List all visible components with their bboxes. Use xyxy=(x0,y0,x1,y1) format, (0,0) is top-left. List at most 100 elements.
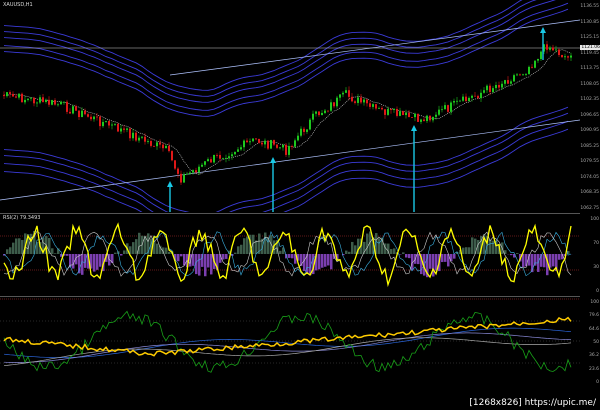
histogram-bar xyxy=(93,254,96,272)
histogram-bar xyxy=(72,254,75,269)
histogram-bar xyxy=(351,241,354,254)
candle-body xyxy=(183,174,185,183)
histogram-bar xyxy=(288,254,291,258)
candle-body xyxy=(252,138,254,142)
candle-body xyxy=(27,98,29,100)
candle-body xyxy=(45,99,47,102)
histogram-bar xyxy=(165,247,168,254)
candle-body xyxy=(513,75,515,82)
candle-body xyxy=(147,141,149,142)
candle-body xyxy=(432,116,434,121)
histogram-bar xyxy=(558,254,561,260)
candle-body xyxy=(36,102,38,104)
candle-body xyxy=(78,110,80,118)
histogram-bar xyxy=(120,254,123,256)
candle-body xyxy=(279,147,281,149)
histogram-bar xyxy=(462,247,465,254)
candle-body xyxy=(444,105,446,110)
oscillator-axis: 100 79.6 64.6 50 36.2 23.6 0 xyxy=(580,296,600,386)
histogram-bar xyxy=(210,254,213,275)
candle-body xyxy=(327,110,329,112)
histogram-bar xyxy=(522,254,525,268)
candle-body xyxy=(288,146,290,155)
candle-body xyxy=(42,97,44,102)
histogram-bar xyxy=(138,232,141,254)
axis-tick-label: 1119.45 xyxy=(580,50,599,56)
candle-body xyxy=(126,128,128,130)
axis-tick-label: 100 xyxy=(590,300,599,305)
envelope-band-line xyxy=(3,106,569,212)
candle-body xyxy=(48,99,50,105)
candle-body xyxy=(90,116,92,120)
histogram-bar xyxy=(453,254,456,259)
axis-tick-label: 100 xyxy=(590,217,599,222)
axis-tick-label: 1108.05 xyxy=(580,81,599,87)
trend-line xyxy=(169,19,580,76)
candle-body xyxy=(162,144,164,149)
candle-body xyxy=(69,111,71,114)
price-chart-pane[interactable]: XAUUSD,H1 xyxy=(0,0,580,212)
candle-body xyxy=(426,115,428,122)
axis-tick-label: 0 xyxy=(596,380,599,385)
histogram-bar xyxy=(327,254,330,266)
candle-body xyxy=(192,170,194,173)
candle-body xyxy=(408,112,410,118)
candle-body xyxy=(138,137,140,141)
candle-body xyxy=(555,49,557,51)
histogram-bar xyxy=(393,248,396,254)
candle-body xyxy=(39,97,41,103)
candle-body xyxy=(117,124,119,132)
candle-body xyxy=(270,140,272,149)
candle-body xyxy=(414,113,416,118)
candle-body xyxy=(30,97,32,99)
candle-body xyxy=(447,105,449,112)
histogram-bar xyxy=(471,237,474,254)
oscillator-pane[interactable] xyxy=(0,296,580,387)
envelope-band-line xyxy=(3,2,569,111)
candle-body xyxy=(87,114,89,117)
axis-tick-label: 1085.25 xyxy=(580,143,599,149)
candle-body xyxy=(108,121,110,126)
candle-body xyxy=(375,104,377,109)
candle-body xyxy=(459,100,461,102)
oscillator-yellow-line xyxy=(3,316,572,357)
candle-body xyxy=(195,170,197,173)
candle-body xyxy=(225,158,227,159)
candle-body xyxy=(153,145,155,147)
candle-body xyxy=(378,107,380,109)
histogram-bar xyxy=(15,238,18,254)
candle-body xyxy=(99,116,101,127)
axis-tick-label: 50 xyxy=(593,340,599,345)
histogram-bar xyxy=(345,250,348,254)
candle-body xyxy=(360,97,362,103)
candle-body xyxy=(456,100,458,102)
candle-body xyxy=(228,156,230,159)
rsi-indicator-pane[interactable]: RSI(2) 79.3493 xyxy=(0,213,580,296)
histogram-bar xyxy=(51,248,54,254)
histogram-bar xyxy=(549,254,552,268)
candle-body xyxy=(537,59,539,61)
candle-body xyxy=(462,96,464,101)
histogram-bar xyxy=(6,249,9,254)
axis-tick-label: 30 xyxy=(593,265,599,270)
candle-body xyxy=(483,90,485,93)
candle-body xyxy=(348,90,350,97)
histogram-bar xyxy=(99,254,102,267)
oscillator-band-line xyxy=(3,332,572,363)
histogram-bar xyxy=(66,254,69,256)
histogram-bar xyxy=(237,246,240,254)
candle-body xyxy=(387,109,389,115)
candle-body xyxy=(18,93,20,98)
candle-body xyxy=(174,160,176,169)
histogram-bar xyxy=(177,254,180,262)
candle-body xyxy=(336,97,338,107)
candle-body xyxy=(510,81,512,84)
candle-body xyxy=(72,106,74,114)
candle-body xyxy=(390,109,392,110)
candle-body xyxy=(9,92,11,94)
candle-body xyxy=(75,106,77,111)
histogram-bar xyxy=(303,254,306,271)
histogram-bar xyxy=(465,247,468,254)
candle-body xyxy=(354,101,356,103)
candle-body xyxy=(132,132,134,139)
